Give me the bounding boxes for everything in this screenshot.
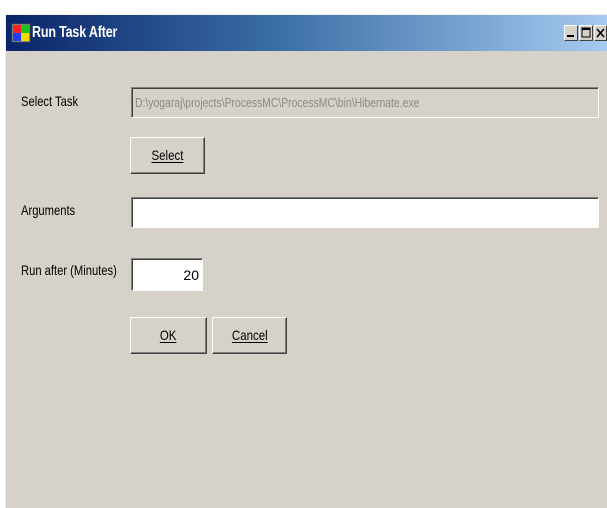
arguments-input[interactable]	[131, 197, 599, 228]
window-title: Run Task After	[32, 24, 118, 41]
arguments-label: Arguments	[21, 202, 76, 218]
title-bar[interactable]: Run Task After	[6, 15, 607, 51]
close-button[interactable]	[594, 25, 607, 41]
cancel-button-label: Cancel	[231, 327, 268, 343]
maximize-button[interactable]	[579, 25, 593, 41]
select-task-path-field: D:\yogaraj\projects\ProcessMC\ProcessMC\…	[131, 87, 599, 118]
close-icon	[596, 28, 605, 38]
select-button[interactable]: Select	[130, 137, 205, 174]
select-task-path-text: D:\yogaraj\projects\ProcessMC\ProcessMC\…	[135, 95, 420, 110]
select-button-label: Select	[151, 147, 184, 163]
cancel-button[interactable]: Cancel	[212, 317, 287, 354]
run-after-label: Run after (Minutes)	[21, 262, 117, 278]
maximize-icon	[581, 27, 591, 38]
ok-button[interactable]: OK	[130, 317, 207, 354]
minimize-button[interactable]	[564, 25, 578, 41]
select-task-label: Select Task	[21, 93, 79, 109]
run-after-minutes-input[interactable]	[131, 258, 203, 291]
ok-button-label: OK	[160, 327, 177, 343]
run-task-after-window: Run Task After Select Task D:\yogaraj\pr…	[5, 14, 607, 508]
application-icon	[11, 23, 31, 43]
minimize-icon	[567, 35, 574, 37]
